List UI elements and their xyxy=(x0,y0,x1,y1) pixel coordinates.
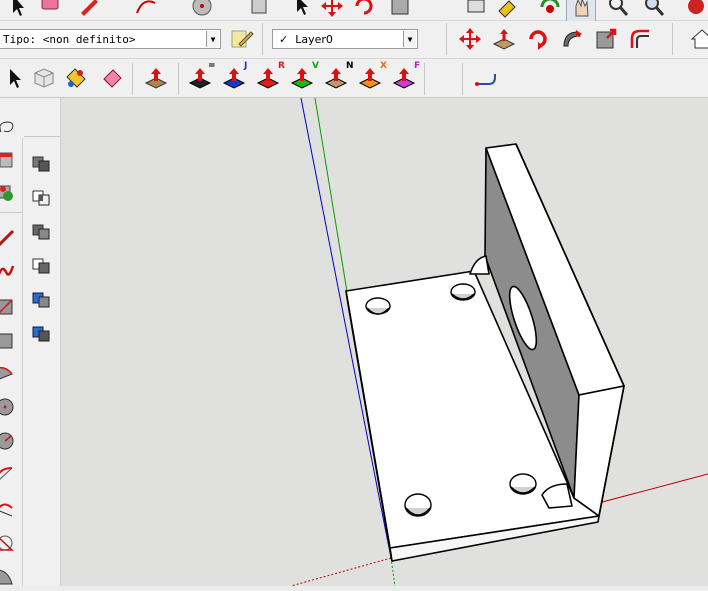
section-icon[interactable] xyxy=(0,150,16,172)
zoom-icon[interactable] xyxy=(604,0,632,20)
warehouse-icon[interactable] xyxy=(682,0,708,20)
pie-icon[interactable] xyxy=(0,396,16,418)
model-canvas xyxy=(290,98,708,586)
scale-icon[interactable] xyxy=(386,0,414,20)
toolbar-row-top xyxy=(0,0,708,22)
axis-green-neg xyxy=(390,557,396,586)
layer-name: Layer0 xyxy=(295,32,333,46)
rotate-icon[interactable] xyxy=(524,25,552,53)
arc-icon[interactable] xyxy=(132,0,160,20)
solid-union-icon[interactable] xyxy=(30,152,52,174)
paint-bucket-icon[interactable] xyxy=(62,64,90,92)
select-icon[interactable] xyxy=(4,0,32,20)
layer-select[interactable]: ✓ Layer0 ▼ xyxy=(272,29,418,49)
circle-icon[interactable] xyxy=(188,0,216,20)
layer-check-icon: ✓ xyxy=(279,32,289,46)
chevron-down-icon[interactable]: ▼ xyxy=(403,31,416,47)
bezier-icon[interactable] xyxy=(0,498,16,520)
toolbar-row-tools: = J R V N X F xyxy=(0,59,708,98)
select-arrow-icon[interactable] xyxy=(286,0,314,20)
freehand-icon[interactable] xyxy=(0,260,18,282)
entity-type-select[interactable]: Tipo: <non definito> ▼ xyxy=(0,29,221,49)
curve-tool-icon[interactable] xyxy=(472,64,500,92)
axis-letter-equal: = xyxy=(208,61,216,71)
circle-icon[interactable] xyxy=(0,430,16,452)
select-icon[interactable] xyxy=(0,64,28,92)
lasso-icon[interactable] xyxy=(0,118,18,140)
axis-red-neg xyxy=(290,557,392,586)
tape-icon[interactable] xyxy=(462,0,490,20)
rotate-icon[interactable] xyxy=(350,0,378,20)
drawing-viewport[interactable] xyxy=(61,98,708,586)
box-icon[interactable] xyxy=(246,0,274,20)
left-toolbar xyxy=(0,98,61,586)
pencil-icon[interactable] xyxy=(76,0,104,20)
solid-split-icon[interactable] xyxy=(30,288,52,310)
eraser-icon[interactable] xyxy=(98,64,126,92)
axis-letter-x: X xyxy=(380,61,387,71)
axis-letter-red: R xyxy=(278,61,285,71)
axis-letter-green: V xyxy=(312,61,319,71)
solid-intersect-icon[interactable] xyxy=(30,186,52,208)
slice-icon[interactable] xyxy=(0,566,16,588)
component-icon[interactable] xyxy=(0,182,16,204)
paint-icon[interactable] xyxy=(494,0,522,20)
chevron-down-icon[interactable]: ▼ xyxy=(206,31,219,47)
solid-trim-icon[interactable] xyxy=(30,254,52,276)
axis-letter-blue: J xyxy=(244,61,248,71)
rect-rotated-icon[interactable] xyxy=(0,330,16,352)
move-icon[interactable] xyxy=(456,25,484,53)
zoom-extents-icon[interactable] xyxy=(640,0,668,20)
entity-info-icon[interactable] xyxy=(228,25,256,53)
offset-icon[interactable] xyxy=(626,25,654,53)
push-pull-icon[interactable] xyxy=(142,64,170,92)
warehouse-icon[interactable] xyxy=(688,25,708,53)
solid-outer-icon[interactable] xyxy=(30,322,52,344)
move-icon[interactable] xyxy=(318,0,346,20)
scale-icon[interactable] xyxy=(592,25,620,53)
rectangle-icon[interactable] xyxy=(0,296,16,318)
pan-icon[interactable] xyxy=(566,0,596,22)
component-icon[interactable] xyxy=(30,64,58,92)
axis-letter-normal: N xyxy=(346,61,354,71)
polygon-icon[interactable] xyxy=(0,464,16,486)
toolbar-row-entity: Tipo: <non definito> ▼ ✓ Layer0 ▼ xyxy=(0,21,708,59)
line-icon[interactable] xyxy=(0,226,18,248)
solid-subtract-icon[interactable] xyxy=(30,220,52,242)
entity-type-label: Tipo: <non definito> xyxy=(3,32,136,46)
push-pull-icon[interactable] xyxy=(490,25,518,53)
eraser-icon[interactable] xyxy=(36,0,64,20)
arc-icon[interactable] xyxy=(0,362,16,384)
follow-me-icon[interactable] xyxy=(558,25,586,53)
axis-letter-free: F xyxy=(414,61,421,71)
triangle-icon[interactable] xyxy=(0,532,16,554)
orbit-icon[interactable] xyxy=(536,0,564,20)
l-bracket-model xyxy=(345,143,625,562)
